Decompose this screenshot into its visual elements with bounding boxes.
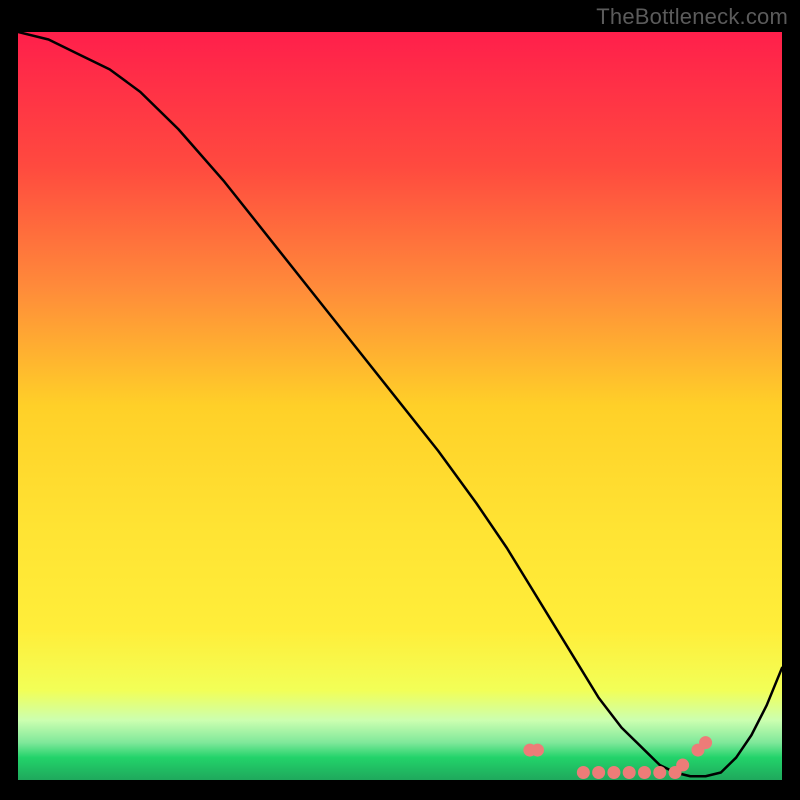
- marker-dot: [638, 766, 651, 779]
- plot-area: [18, 32, 782, 780]
- marker-dot: [676, 759, 689, 772]
- gradient-bg: [18, 32, 782, 780]
- marker-dot: [607, 766, 620, 779]
- marker-dot: [653, 766, 666, 779]
- marker-dot: [531, 744, 544, 757]
- chart-svg: [18, 32, 782, 780]
- watermark-label: TheBottleneck.com: [596, 4, 788, 30]
- marker-dot: [592, 766, 605, 779]
- marker-dot: [623, 766, 636, 779]
- marker-dot: [577, 766, 590, 779]
- marker-dot: [699, 736, 712, 749]
- chart-root: TheBottleneck.com: [0, 0, 800, 800]
